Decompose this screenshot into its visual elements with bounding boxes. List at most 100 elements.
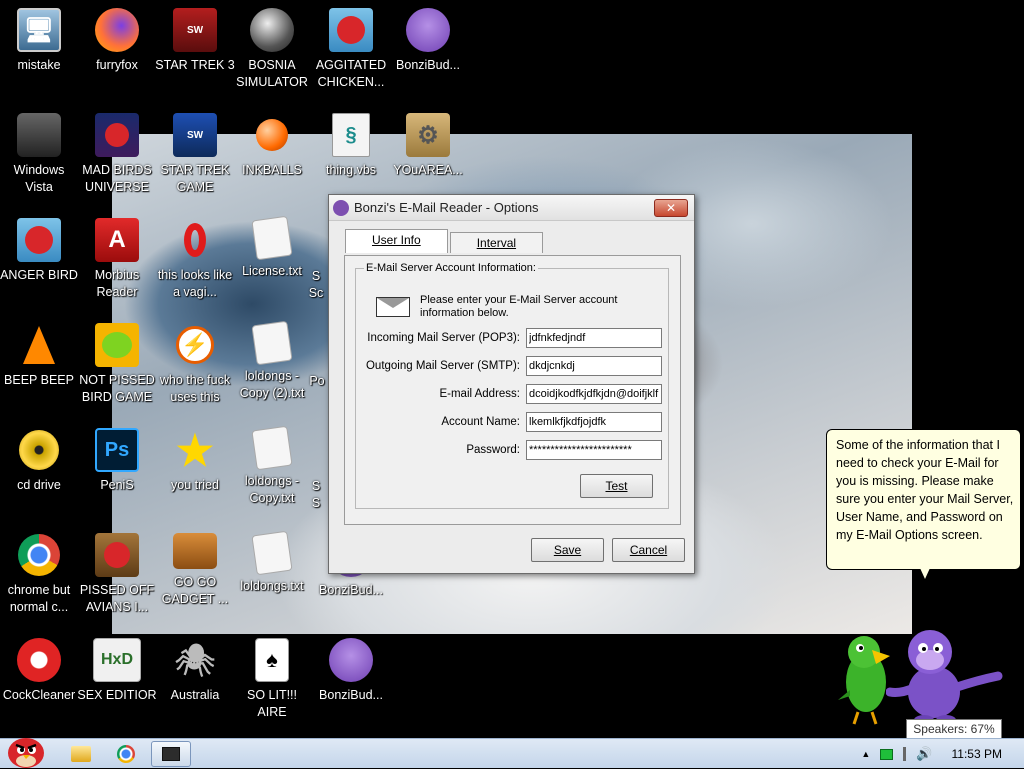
- desktop-icon[interactable]: Windows Vista: [0, 113, 79, 196]
- text-file-icon: [251, 320, 293, 366]
- angry-birds-seasons-icon: [95, 533, 139, 577]
- desktop-icon[interactable]: ⚡ who the fuck uses this: [155, 323, 235, 406]
- bonzi-icon: [329, 638, 373, 682]
- account-name-input[interactable]: [526, 412, 662, 432]
- email-input[interactable]: [526, 384, 662, 404]
- desktop-icon[interactable]: BonziBud...: [311, 638, 391, 704]
- inkball-icon: [250, 113, 294, 157]
- desktop-icon[interactable]: chrome but normal c...: [0, 533, 79, 616]
- partial-desktop-icon: S: [311, 496, 321, 510]
- solitaire-icon: ♠: [255, 638, 289, 682]
- desktop-icon[interactable]: GO GO GADGET ...: [155, 533, 235, 608]
- chrome-taskbar-item[interactable]: [106, 741, 146, 767]
- desktop-icon[interactable]: NOT PISSED BIRD GAME: [77, 323, 157, 406]
- mine-icon: [250, 8, 294, 52]
- flag-icon[interactable]: [903, 747, 907, 761]
- desktop-icon[interactable]: furryfox: [77, 8, 157, 74]
- account-name-row: Account Name:: [356, 411, 670, 433]
- network-icon[interactable]: [880, 748, 894, 760]
- hxd-icon: HxD: [93, 638, 141, 682]
- text-file-icon: [251, 425, 293, 471]
- volume-icon[interactable]: 🔊: [916, 746, 932, 762]
- pop3-input[interactable]: [526, 328, 662, 348]
- pig-icon: [95, 323, 139, 367]
- balloon-tail: [919, 568, 931, 581]
- desktop-icon[interactable]: cd drive: [0, 428, 79, 494]
- tab-strip: User Info Interval: [345, 229, 545, 253]
- chrome-icon: [117, 745, 135, 763]
- desktop-icon[interactable]: ANGER BIRD: [0, 218, 79, 284]
- winamp-icon: ⚡: [173, 323, 217, 367]
- desktop-icon[interactable]: AGGITATED CHICKEN...: [311, 8, 391, 91]
- desktop-icon[interactable]: BEEP BEEP: [0, 323, 79, 389]
- show-hidden-icons-button[interactable]: ▲: [861, 749, 870, 759]
- password-input[interactable]: [526, 440, 662, 460]
- password-row: Password:: [356, 439, 670, 461]
- dialog-titlebar[interactable]: Bonzi's E-Mail Reader - Options ✕: [329, 195, 694, 221]
- trash-icon: [17, 113, 61, 157]
- email-label: E-mail Address:: [439, 388, 520, 400]
- angry-birds-space-icon: [95, 113, 139, 157]
- tab-interval[interactable]: Interval: [449, 232, 544, 253]
- desktop-icon[interactable]: SW STAR TREK 3: [155, 8, 235, 74]
- smtp-input[interactable]: [526, 356, 662, 376]
- tab-panel-user-info: E-Mail Server Account Information: Pleas…: [344, 255, 681, 525]
- desktop-icon[interactable]: ⚙ YOuAREA...: [388, 113, 468, 179]
- email-row: E-mail Address:: [356, 383, 670, 405]
- desktop-icon[interactable]: loldongs - Copy.txt: [232, 425, 312, 507]
- info-row: Please enter your E-Mail Server account …: [376, 294, 630, 320]
- gear-folder-icon: ⚙: [406, 113, 450, 157]
- explorer-taskbar-item[interactable]: [61, 741, 101, 767]
- save-button[interactable]: Save: [531, 538, 604, 562]
- desktop-icon[interactable]: PISSED OFF AVIANS I...: [77, 533, 157, 616]
- bonzi-mail-taskbar-item[interactable]: [151, 741, 191, 767]
- photoshop-icon: Ps: [95, 428, 139, 472]
- tab-user-info[interactable]: User Info: [345, 229, 448, 253]
- text-file-icon: [251, 215, 293, 261]
- desktop-icon[interactable]: ★ you tried: [155, 427, 235, 494]
- close-button[interactable]: ✕: [654, 198, 688, 217]
- desktop-icon[interactable]: A Morbius Reader: [77, 218, 157, 301]
- opera-icon: [173, 218, 217, 262]
- desktop-icon[interactable]: MAD BIRDS UNIVERSE: [77, 113, 157, 196]
- desktop-icon[interactable]: BOSNIA SIMULATOR: [232, 8, 312, 91]
- info-text: Please enter your E-Mail Server account …: [420, 294, 618, 319]
- firefox-icon: [95, 8, 139, 52]
- desktop-icon[interactable]: INKBALLS: [232, 113, 312, 179]
- desktop-icon[interactable]: ♠ SO LIT!!! AIRE: [232, 638, 312, 721]
- speech-balloon[interactable]: Some of the information that I need to c…: [826, 429, 1021, 581]
- star-wars-game-icon: SW: [173, 113, 217, 157]
- desktop-icon[interactable]: this looks like a vagi...: [155, 218, 235, 301]
- password-label: Password:: [466, 444, 520, 456]
- desktop-icon[interactable]: BonziBud...: [388, 8, 468, 74]
- desktop-icon[interactable]: License.txt: [232, 215, 312, 280]
- ccleaner-icon: [17, 638, 61, 682]
- desktop-icon[interactable]: 🖥 mistake: [0, 8, 79, 74]
- computer-icon: 🖥: [17, 8, 61, 52]
- desktop-icon[interactable]: loldongs - Copy (2).txt: [232, 320, 312, 402]
- smtp-row: Outgoing Mail Server (SMTP):: [356, 355, 670, 377]
- briefcase-icon: [173, 533, 217, 569]
- test-button[interactable]: Test: [580, 474, 653, 498]
- bonzi-character[interactable]: [886, 628, 1006, 726]
- desktop-icon[interactable]: CockCleaner: [0, 638, 79, 704]
- start-icon[interactable]: [4, 733, 48, 769]
- dialog-title: Bonzi's E-Mail Reader - Options: [354, 200, 539, 215]
- account-name-label: Account Name:: [441, 416, 520, 428]
- clock[interactable]: 11:53 PM: [952, 747, 1002, 761]
- desktop-icon[interactable]: 🕷 Australia: [155, 638, 235, 704]
- desktop-icon[interactable]: SW STAR TREK GAME: [155, 113, 235, 196]
- desktop-icon[interactable]: HxD SEX EDITIOR: [77, 638, 157, 704]
- desktop-icon[interactable]: Ps PeniS: [77, 428, 157, 494]
- angry-bird-icon: [329, 8, 373, 52]
- chrome-icon: [17, 533, 61, 577]
- text-file-icon: [251, 530, 293, 576]
- smtp-label: Outgoing Mail Server (SMTP):: [365, 360, 520, 372]
- cancel-button[interactable]: Cancel: [612, 538, 685, 562]
- bonzi-icon: [406, 8, 450, 52]
- cd-icon: [17, 428, 61, 472]
- desktop-icon[interactable]: § thing.vbs: [311, 113, 391, 179]
- partial-desktop-icon: Sc: [308, 286, 324, 300]
- angry-bird-icon: [17, 218, 61, 262]
- desktop-icon[interactable]: loldongs.txt: [232, 530, 312, 595]
